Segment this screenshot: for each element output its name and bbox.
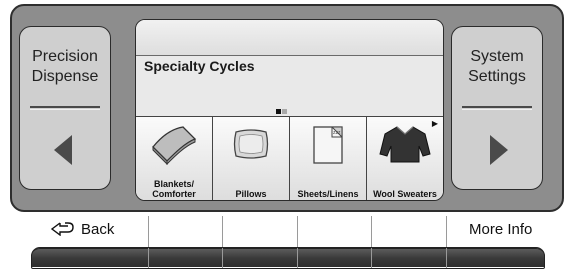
tile-label: Pillows: [235, 189, 267, 199]
softkey-2-group: [148, 216, 222, 269]
page-indicator: [276, 109, 287, 114]
back-arrow-icon: [51, 222, 74, 236]
page-dot-active: [276, 109, 281, 114]
cycle-tiles: Blankets/ Comforter Pillows zzz Sheets/L…: [136, 116, 443, 200]
sweater-icon: [379, 126, 431, 163]
page-title: Specialty Cycles: [144, 58, 255, 74]
divider-highlight: [462, 109, 532, 110]
scroll-left-button[interactable]: [20, 111, 110, 189]
right-button-line2: Settings: [468, 67, 526, 85]
system-settings-label: System Settings: [452, 27, 542, 106]
tile-label: Sheets/Linens: [297, 189, 359, 199]
tile-pillows[interactable]: Pillows: [213, 117, 290, 200]
softkey-4[interactable]: [298, 248, 371, 267]
back-softkey[interactable]: Back: [31, 216, 148, 269]
divider-highlight: [30, 109, 100, 110]
pillow-icon: [233, 129, 269, 159]
right-button-line1: System: [470, 47, 524, 65]
more-info-softkey[interactable]: More Info: [446, 216, 545, 269]
precision-dispense-button[interactable]: Precision Dispense: [19, 26, 111, 190]
softkey-row: Back More Info: [31, 216, 545, 269]
display-screen: Specialty Cycles Blankets/ Comforter Pil…: [135, 19, 444, 201]
more-info-label: More Info: [469, 220, 533, 238]
softkey-label: [372, 216, 446, 242]
tile-blankets-comforter[interactable]: Blankets/ Comforter: [136, 117, 213, 200]
back-label: Back: [31, 216, 148, 242]
back-text: Back: [81, 220, 115, 238]
softkey-5[interactable]: [372, 248, 446, 267]
sheets-icon: zzz: [313, 126, 343, 164]
softkey-3-group: [222, 216, 297, 269]
softkey-6[interactable]: [447, 248, 545, 267]
softkey-5-group: [371, 216, 446, 269]
softkey-label: [223, 216, 297, 242]
triangle-right-icon: [490, 135, 508, 165]
left-button-line1: Precision: [32, 47, 98, 65]
softkey-label: [298, 216, 371, 242]
softkey-2[interactable]: [149, 248, 222, 267]
triangle-left-icon: [54, 135, 72, 165]
tile-sheets-linens[interactable]: zzz Sheets/Linens: [290, 117, 367, 200]
svg-text:zzz: zzz: [333, 130, 341, 136]
tile-label: Blankets/ Comforter: [136, 179, 212, 199]
tile-wool-sweaters[interactable]: ▶ Wool Sweaters: [367, 117, 443, 200]
softkey-4-group: [297, 216, 371, 269]
system-settings-button[interactable]: System Settings: [451, 26, 543, 190]
tile-label-line1: Blankets/: [153, 179, 195, 189]
softkey-3[interactable]: [223, 248, 297, 267]
precision-dispense-label: Precision Dispense: [20, 27, 110, 106]
page-dot-inactive: [282, 109, 287, 114]
divider: [462, 106, 532, 108]
scroll-right-button[interactable]: [452, 111, 542, 189]
softkey-label: [149, 216, 222, 242]
tile-label: Wool Sweaters: [373, 189, 437, 199]
tile-label-line2: Comforter: [152, 189, 196, 199]
screen-header-bar: [136, 20, 443, 56]
left-button-line2: Dispense: [31, 67, 99, 85]
softkey-1[interactable]: [31, 248, 148, 267]
divider: [30, 106, 100, 108]
blanket-icon: [152, 126, 197, 165]
